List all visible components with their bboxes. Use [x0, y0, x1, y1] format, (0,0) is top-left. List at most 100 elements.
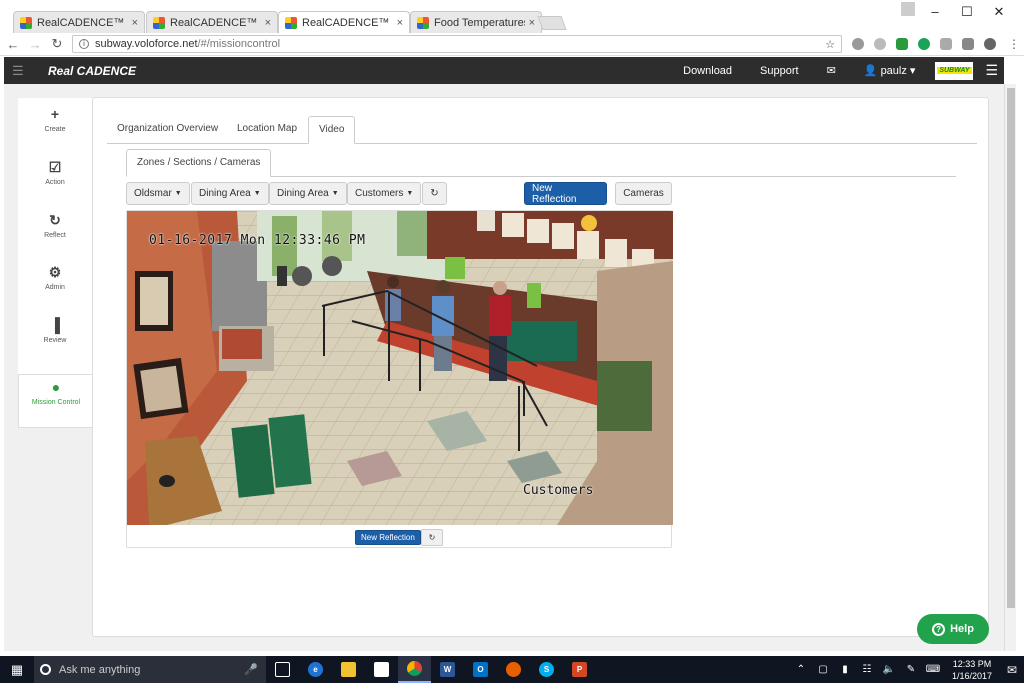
tab-title: RealCADENCE™ Brand A	[37, 16, 128, 29]
download-link[interactable]: Download	[669, 65, 746, 77]
camera-feed[interactable]: 01-16-2017 Mon 12:33:46 PM Customers	[127, 211, 673, 525]
logo-text: SUBWAY	[937, 67, 972, 74]
checkbox-icon: ☑	[48, 159, 62, 175]
sidebar-item-reflect[interactable]: ↻ Reflect	[18, 208, 92, 260]
realcadence-favicon-icon	[20, 16, 32, 29]
extension-icon[interactable]	[874, 38, 886, 50]
scrollbar-thumb[interactable]	[1007, 88, 1015, 608]
camera-dropdown[interactable]: Customers ▼	[347, 182, 422, 205]
minimize-icon[interactable]: –	[920, 2, 950, 22]
refresh-video-button[interactable]: ↻	[421, 529, 443, 546]
cortana-search[interactable]: Ask me anything 🎤	[34, 656, 266, 683]
task-view-icon[interactable]	[266, 656, 299, 683]
tab-location-map[interactable]: Location Map	[227, 116, 307, 144]
chrome-menu-icon[interactable]: ⋮	[1008, 37, 1020, 51]
edge-icon[interactable]: e	[299, 656, 332, 683]
refresh-button[interactable]: ↻	[422, 182, 447, 205]
address-bar[interactable]: i subway.voloforce.net /#/missioncontrol…	[72, 35, 842, 53]
tray-app-icon[interactable]: ▢	[812, 664, 834, 675]
store-icon[interactable]	[365, 656, 398, 683]
location-dropdown[interactable]: Oldsmar ▼	[126, 182, 190, 205]
refresh-icon: ↻	[49, 212, 61, 228]
microphone-icon[interactable]: 🎤	[244, 663, 258, 676]
sidebar-item-create[interactable]: + Create	[18, 102, 92, 154]
cortana-icon	[40, 664, 51, 675]
caret-down-icon: ▼	[406, 190, 414, 197]
browser-tab-2[interactable]: RealCADENCE™ Brand A ×	[146, 11, 278, 33]
tab-title: Food Temperatures - Re	[434, 16, 525, 29]
tab-zones-sections-cameras[interactable]: Zones / Sections / Cameras	[126, 149, 272, 177]
new-reflection-button[interactable]: New Reflection	[524, 182, 607, 205]
caret-down-icon: ▼	[331, 190, 339, 197]
browser-tab-4[interactable]: Food Temperatures - Re ×	[410, 11, 542, 33]
firefox-icon[interactable]	[497, 656, 530, 683]
sidebar-item-action[interactable]: ☑ Action	[18, 155, 92, 207]
new-tab-button[interactable]	[537, 16, 567, 30]
section-dropdown[interactable]: Dining Area ▼	[269, 182, 347, 205]
cameras-button[interactable]: Cameras	[615, 182, 672, 205]
refresh-icon: ↻	[430, 188, 439, 199]
close-tab-icon[interactable]: ×	[397, 17, 403, 29]
menu-icon[interactable]: ☰	[985, 62, 998, 79]
network-icon[interactable]: ☷	[856, 664, 878, 675]
help-button[interactable]: ? Help	[917, 614, 989, 644]
extension-icon[interactable]	[962, 38, 974, 50]
system-tray: ⌃ ▢ ▮ ☷ 🔈 ✎ ⌨ 12:33 PM 1/16/2017 ✉	[790, 658, 1024, 682]
sidebar-item-admin[interactable]: ⚙ Admin	[18, 260, 92, 312]
close-tab-icon[interactable]: ×	[132, 17, 138, 29]
profile-icon[interactable]	[901, 2, 915, 16]
extension-icon[interactable]	[940, 38, 952, 50]
forward-icon[interactable]: →	[26, 37, 44, 52]
back-icon[interactable]: ←	[4, 37, 22, 52]
close-tab-icon[interactable]: ×	[265, 17, 271, 29]
zone-dropdown[interactable]: Dining Area ▼	[191, 182, 269, 205]
outlook-icon[interactable]: O	[464, 656, 497, 683]
user-menu[interactable]: 👤 paulz ▾	[850, 64, 930, 77]
extension-icon[interactable]	[896, 38, 908, 50]
keyboard-icon[interactable]: ⌨	[922, 664, 944, 675]
skype-icon[interactable]: S	[530, 656, 563, 683]
reload-icon[interactable]: ↻	[48, 36, 66, 52]
action-center-icon[interactable]: ✉	[1000, 663, 1024, 677]
bookmark-star-icon[interactable]: ☆	[825, 38, 835, 51]
brand-logo[interactable]: Real CADENCE	[48, 64, 136, 78]
support-link[interactable]: Support	[746, 65, 813, 77]
windows-taskbar: ▦ Ask me anything 🎤 e W O S P ⌃ ▢ ▮ ☷ 🔈 …	[0, 656, 1024, 683]
url-host: subway.voloforce.net	[95, 38, 198, 50]
close-tab-icon[interactable]: ×	[529, 17, 535, 29]
help-label: Help	[950, 623, 974, 635]
new-reflection-small-button[interactable]: New Reflection	[355, 530, 421, 545]
page-scrollbar[interactable]	[1004, 84, 1016, 651]
sidebar-item-review[interactable]: ▐ Review	[18, 313, 92, 365]
windows-start-icon[interactable]: ▦	[0, 662, 34, 678]
sidebar-item-mission-control[interactable]: ● Mission Control	[18, 374, 93, 428]
extension-icon[interactable]	[984, 38, 996, 50]
grammarly-icon[interactable]	[918, 38, 930, 50]
browser-tab-1[interactable]: RealCADENCE™ Brand A ×	[13, 11, 145, 33]
mail-icon[interactable]: ✉	[813, 64, 850, 77]
chevron-up-icon[interactable]: ⌃	[790, 664, 812, 675]
chrome-icon[interactable]	[398, 656, 431, 683]
site-info-icon[interactable]: i	[79, 39, 89, 49]
question-icon: ?	[932, 622, 946, 636]
browser-tab-3[interactable]: RealCADENCE™ Brand A ×	[278, 11, 410, 33]
battery-icon[interactable]: ▮	[834, 664, 856, 675]
tab-organization-overview[interactable]: Organization Overview	[107, 116, 228, 144]
app-navbar: ☰ Real CADENCE Download Support ✉ 👤 paul…	[4, 57, 1004, 84]
maximize-icon[interactable]: ☐	[952, 2, 982, 22]
pen-icon[interactable]: ✎	[900, 664, 922, 675]
powerpoint-icon[interactable]: P	[563, 656, 596, 683]
sidebar-toggle-icon[interactable]: ☰	[12, 63, 32, 79]
volume-icon[interactable]: 🔈	[878, 664, 900, 675]
clock-time: 12:33 PM	[952, 658, 992, 669]
dropdown-label: Oldsmar	[134, 188, 172, 199]
file-explorer-icon[interactable]	[332, 656, 365, 683]
clock-date: 1/16/2017	[951, 670, 992, 681]
extension-icon[interactable]	[852, 38, 864, 50]
tab-title: RealCADENCE™ Brand A	[170, 16, 261, 29]
close-window-icon[interactable]: ✕	[984, 2, 1014, 22]
dropdown-label: Customers	[355, 188, 404, 199]
word-icon[interactable]: W	[431, 656, 464, 683]
taskbar-clock[interactable]: 12:33 PM 1/16/2017	[952, 658, 992, 682]
tab-video[interactable]: Video	[308, 116, 356, 144]
